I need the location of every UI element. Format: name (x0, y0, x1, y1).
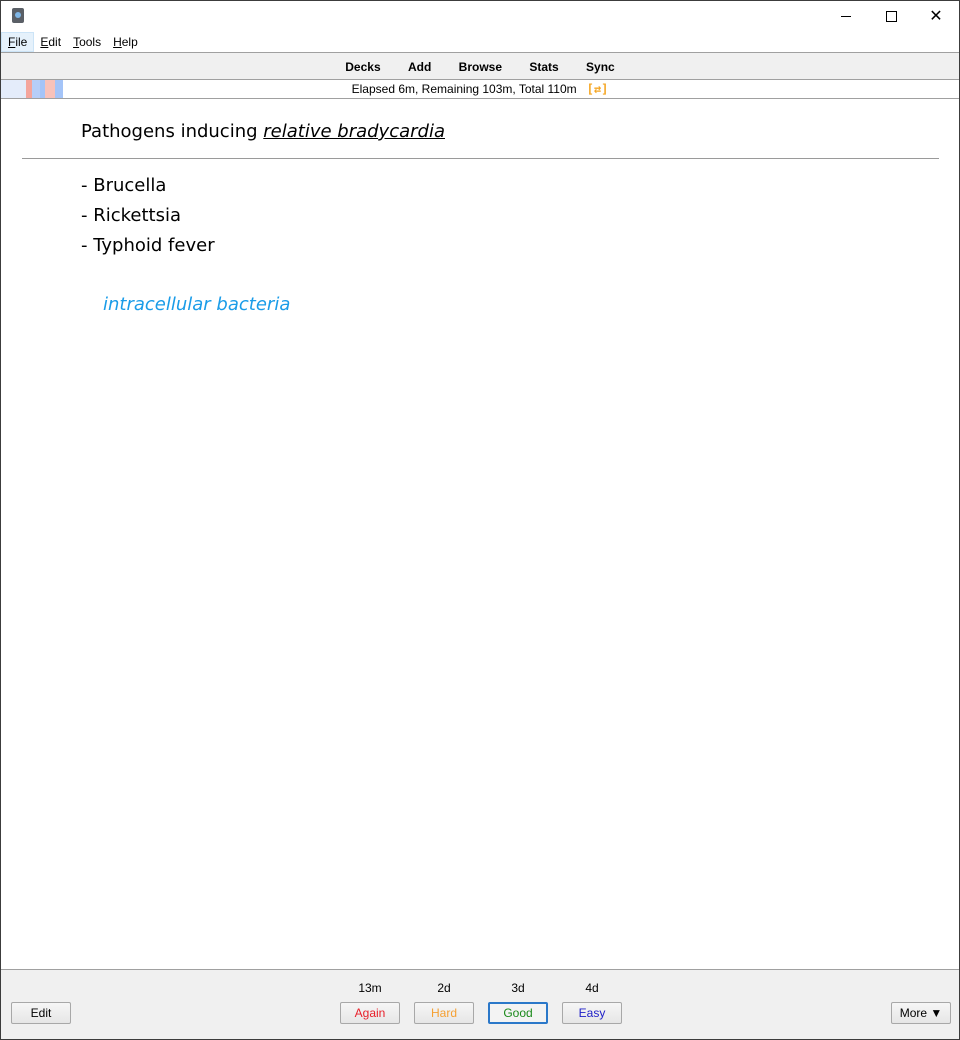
menu-help[interactable]: Help (107, 32, 144, 52)
main-toolbar: Decks Add Browse Stats Sync (1, 52, 959, 80)
menu-help-label: elp (121, 35, 138, 49)
ease-again-interval: 13m (358, 981, 382, 995)
toolbar-stats-link[interactable]: Stats (529, 60, 558, 74)
answer-list: - Brucella - Rickettsia - Typhoid fever (81, 175, 215, 265)
menu-tools[interactable]: Tools (67, 32, 107, 52)
menu-edit[interactable]: Edit (34, 32, 67, 52)
extra-note: intracellular bacteria (103, 294, 291, 315)
menu-file-label: ile (15, 35, 28, 49)
ease-hard: 2d Hard (414, 970, 474, 1024)
ease-easy-interval: 4d (585, 981, 599, 995)
good-button[interactable]: Good (488, 1002, 548, 1024)
ease-good-interval: 3d (511, 981, 525, 995)
ease-again: 13m Again (340, 970, 400, 1024)
anki-window: ✕ File Edit Tools Help Decks Add Browse … (0, 0, 960, 1040)
toolbar-decks-link[interactable]: Decks (345, 60, 380, 74)
ease-hard-interval: 2d (437, 981, 451, 995)
answer-item: - Rickettsia (81, 205, 182, 226)
easy-button[interactable]: Easy (562, 1002, 622, 1024)
menu-tools-label: ools (79, 35, 102, 49)
review-bottom-bar: Edit 13m Again 2d Hard 3d Good 4d Easy M… (1, 969, 959, 1039)
anki-icon (12, 8, 24, 23)
toolbar-add-link[interactable]: Add (408, 60, 431, 74)
menu-edit-label: dit (48, 35, 62, 49)
ease-easy: 4d Easy (562, 970, 622, 1024)
title-bar: ✕ (1, 1, 959, 31)
ease-good: 3d Good (488, 970, 548, 1024)
edit-button[interactable]: Edit (11, 1002, 71, 1024)
again-button[interactable]: Again (340, 1002, 400, 1024)
answer-divider (22, 158, 939, 159)
swap-icon[interactable]: [⇄] (587, 82, 609, 96)
minimize-button[interactable] (823, 1, 869, 31)
toolbar-browse-link[interactable]: Browse (459, 60, 502, 74)
answer-item: - Typhoid fever (81, 235, 215, 256)
menu-bar: File Edit Tools Help (1, 32, 959, 52)
close-icon: ✕ (929, 6, 943, 25)
maximize-icon (885, 10, 897, 22)
menu-file[interactable]: File (1, 32, 35, 52)
answer-item: - Brucella (81, 175, 167, 196)
close-button[interactable]: ✕ (913, 1, 959, 31)
maximize-button[interactable] (868, 1, 914, 31)
question-term: relative bradycardia (263, 121, 445, 142)
toolbar-sync-link[interactable]: Sync (586, 60, 615, 74)
hard-button[interactable]: Hard (414, 1002, 474, 1024)
card-view: Pathogens inducing relative bradycardia … (1, 99, 959, 969)
more-button[interactable]: More ▼ (891, 1002, 951, 1024)
session-progress-bar: Elapsed 6m, Remaining 103m, Total 110m [⇄… (1, 80, 959, 99)
minimize-icon (841, 15, 851, 17)
session-time-text: Elapsed 6m, Remaining 103m, Total 110m (351, 82, 577, 96)
menu-help-mnemonic: H (113, 35, 122, 49)
question-text: Pathogens inducing (81, 121, 264, 142)
card-question: Pathogens inducing relative bradycardia (81, 121, 445, 142)
